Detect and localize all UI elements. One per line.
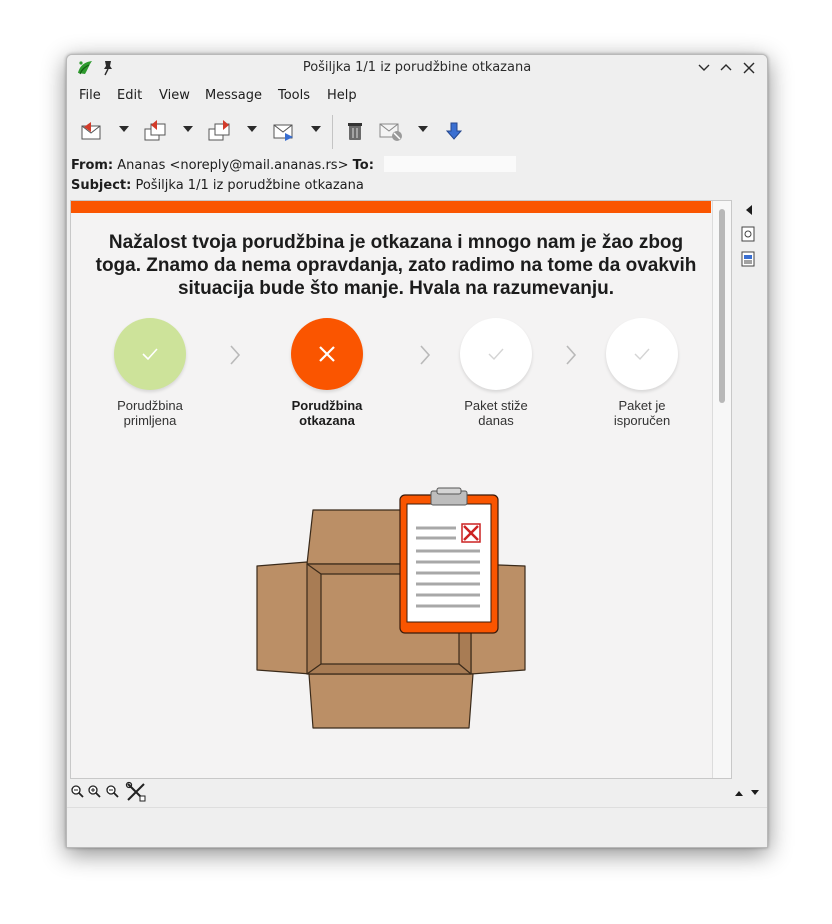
reply-all-icon[interactable] [143, 120, 167, 142]
subject-label: Subject: [71, 178, 132, 193]
menu-file[interactable]: File [79, 88, 101, 103]
scroll-down-icon[interactable] [750, 789, 760, 797]
step-label: Paket je isporučen [613, 398, 671, 428]
menu-view[interactable]: View [159, 88, 190, 103]
subject-row: Subject: Pošiljka 1/1 iz porudžbine otka… [71, 178, 364, 193]
forward-dropdown-icon[interactable] [311, 126, 321, 132]
zoom-bar [67, 779, 767, 805]
message-body[interactable]: Nažalost tvoja porudžbina je otkazana i … [70, 200, 732, 779]
step-circle-cancelled [291, 318, 363, 390]
subject-value: Pošiljka 1/1 iz porudžbine otkazana [135, 178, 364, 193]
from-label: From: [71, 158, 114, 173]
menu-edit[interactable]: Edit [117, 88, 142, 103]
collapse-left-icon[interactable] [744, 204, 754, 216]
menu-help[interactable]: Help [327, 88, 357, 103]
tools-icon[interactable] [125, 781, 147, 803]
step-order-received: Porudžbina primljena [95, 318, 205, 428]
mark-junk-icon[interactable] [378, 120, 404, 142]
toolbar-separator [332, 115, 333, 149]
menu-bar: File Edit View Message Tools Help [67, 83, 767, 107]
clipboard-icon [399, 487, 499, 634]
box-clipboard-illustration [256, 487, 526, 729]
junk-dropdown-icon[interactable] [418, 126, 428, 132]
check-icon [142, 348, 158, 361]
minimize-icon[interactable] [695, 59, 713, 77]
reply-icon[interactable] [79, 120, 103, 142]
address-icon[interactable] [740, 226, 756, 242]
step-label: Porudžbina primljena [117, 398, 183, 428]
download-icon[interactable] [445, 120, 463, 142]
maximize-icon[interactable] [717, 59, 735, 77]
window-title: Pošiljka 1/1 iz porudžbine otkazana [302, 60, 532, 75]
brand-accent-bar [71, 201, 711, 213]
to-label: To: [352, 158, 374, 173]
menu-message[interactable]: Message [205, 88, 262, 103]
chevron-right-icon [420, 345, 431, 365]
forward-multiple-dropdown-icon[interactable] [247, 126, 257, 132]
chevron-right-icon [230, 345, 241, 365]
reply-all-dropdown-icon[interactable] [183, 126, 193, 132]
reply-dropdown-icon[interactable] [119, 126, 129, 132]
title-bar: Pošiljka 1/1 iz porudžbine otkazana [67, 55, 767, 81]
email-headline: Nažalost tvoja porudžbina je otkazana i … [95, 232, 697, 299]
to-value-redacted [384, 156, 517, 172]
trash-icon[interactable] [345, 120, 365, 142]
step-circle-done [114, 318, 186, 390]
document-icon[interactable] [740, 251, 756, 267]
status-bar [67, 807, 767, 847]
from-value[interactable]: Ananas <noreply@mail.ananas.rs> [117, 158, 348, 173]
forward-multiple-icon[interactable] [207, 120, 231, 142]
zoom-in-icon[interactable] [87, 784, 101, 798]
scroll-up-icon[interactable] [734, 789, 744, 797]
mail-window: Pošiljka 1/1 iz porudžbine otkazana File… [66, 54, 768, 848]
zoom-fit-icon[interactable] [70, 784, 84, 798]
toolbar [67, 111, 767, 151]
step-delivered: Paket je isporučen [587, 318, 697, 428]
zoom-out-icon[interactable] [105, 784, 119, 798]
step-circle-pending [606, 318, 678, 390]
from-row: From: Ananas <noreply@mail.ananas.rs> To… [71, 156, 517, 173]
check-icon [488, 348, 504, 361]
check-icon [634, 348, 650, 361]
chevron-right-icon [566, 345, 577, 365]
vertical-scrollbar[interactable] [712, 201, 731, 778]
menu-tools[interactable]: Tools [278, 88, 310, 103]
forward-icon[interactable] [271, 120, 295, 142]
step-label: Paket stiže danas [464, 398, 528, 428]
scrollbar-thumb[interactable] [719, 209, 725, 403]
step-circle-pending [460, 318, 532, 390]
step-order-cancelled: Porudžbina otkazana [272, 318, 382, 428]
step-label: Porudžbina otkazana [291, 398, 363, 428]
step-arriving-today: Paket stiže danas [441, 318, 551, 428]
close-icon[interactable] [740, 59, 758, 77]
cross-icon [319, 346, 335, 362]
